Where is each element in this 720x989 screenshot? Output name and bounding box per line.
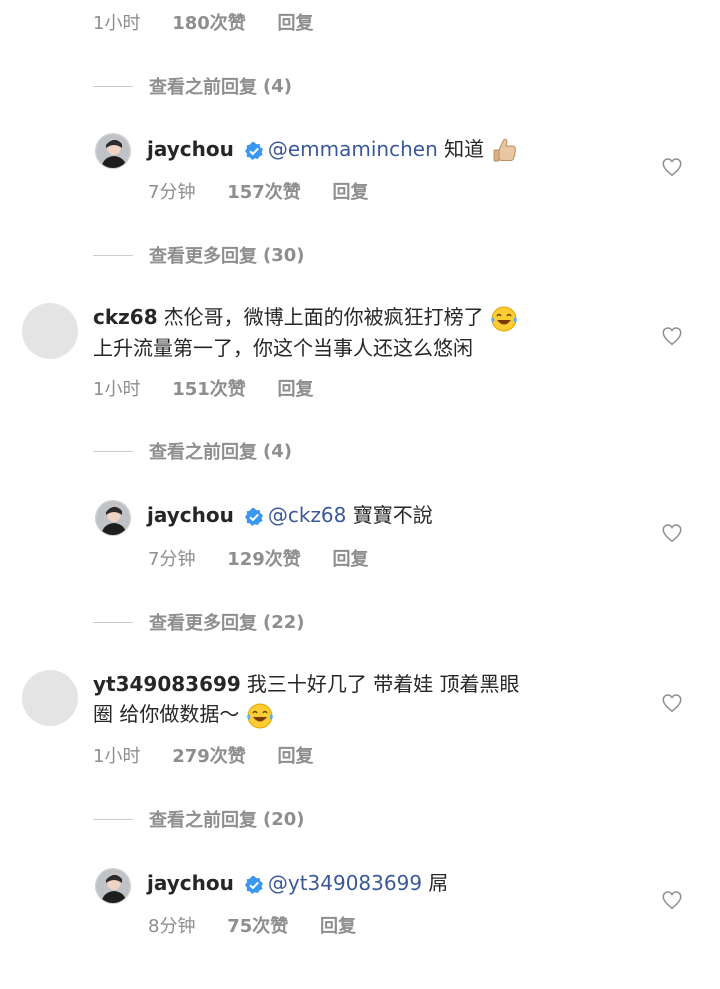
username[interactable]: jaychou xyxy=(147,137,234,161)
reply-button[interactable]: 回复 xyxy=(278,13,314,34)
verified-badge-icon xyxy=(244,875,263,894)
comment: yt349083699 我三十好几了 带着娃 顶着黑眼 圈 给你做数据～ xyxy=(93,669,633,730)
likes-count[interactable]: 75次赞 xyxy=(227,916,288,937)
view-previous-replies[interactable]: 查看之前回复 (20) xyxy=(93,806,305,832)
reply-button[interactable]: 回复 xyxy=(333,182,369,203)
view-more-replies[interactable]: 查看更多回复 (22) xyxy=(93,609,305,635)
avatar[interactable] xyxy=(95,868,131,904)
face-with-tears-of-joy-emoji xyxy=(246,703,273,728)
reply-text: 屌 xyxy=(428,871,449,895)
reply-meta: 8分钟 75次赞 回复 xyxy=(148,912,382,938)
avatar[interactable] xyxy=(95,500,131,536)
view-more-label: 查看更多回复 xyxy=(149,613,257,634)
heart-outline-icon xyxy=(662,524,682,543)
like-button[interactable] xyxy=(661,522,683,548)
divider-line xyxy=(93,621,133,623)
comment-time: 8分钟 xyxy=(148,916,196,937)
comment-text-line2: 上升流量第一了，你这个当事人还这么悠闲 xyxy=(93,335,473,360)
verified-badge-icon xyxy=(244,507,263,526)
view-previous-label: 查看之前回复 xyxy=(149,442,257,463)
view-more-label: 查看更多回复 xyxy=(149,246,257,267)
comment-time: 7分钟 xyxy=(148,182,196,203)
comment: ckz68 杰伦哥，微博上面的你被疯狂打榜了 上升流量第一了，你这个当事人还这么悠… xyxy=(93,302,633,363)
comment-text-line1: 我三十好几了 带着娃 顶着黑眼 xyxy=(246,672,520,696)
view-previous-count: (4) xyxy=(263,440,292,462)
reply-comment: jaychou @yt349083699 屌 xyxy=(147,868,448,898)
reply-text: 知道 xyxy=(444,137,485,161)
top-comment-meta: 1小时 180次赞 回复 xyxy=(93,9,340,35)
username[interactable]: yt349083699 xyxy=(93,672,241,696)
avatar-image xyxy=(96,869,130,903)
username[interactable]: jaychou xyxy=(147,503,234,527)
comment-time: 1小时 xyxy=(93,13,141,34)
reply-text: 寶寶不說 xyxy=(352,503,433,527)
like-button[interactable] xyxy=(661,889,683,915)
likes-count[interactable]: 151次赞 xyxy=(172,379,246,400)
mention-link[interactable]: @yt349083699 xyxy=(268,871,422,895)
view-previous-count: (20) xyxy=(263,808,305,830)
comment-text-line2: 圈 给你做数据～ xyxy=(93,702,240,726)
comment-time: 7分钟 xyxy=(148,549,196,570)
view-previous-label: 查看之前回复 xyxy=(149,77,257,98)
reply-button[interactable]: 回复 xyxy=(320,916,356,937)
avatar-image xyxy=(96,501,130,535)
avatar[interactable] xyxy=(22,670,78,726)
username[interactable]: ckz68 xyxy=(93,305,158,329)
comment-meta: 1小时 151次赞 回复 xyxy=(93,375,340,401)
heart-outline-icon xyxy=(662,891,682,910)
reply-button[interactable]: 回复 xyxy=(333,549,369,570)
avatar[interactable] xyxy=(95,133,131,169)
username[interactable]: jaychou xyxy=(147,871,234,895)
likes-count[interactable]: 279次赞 xyxy=(172,746,246,767)
likes-count[interactable]: 180次赞 xyxy=(172,13,246,34)
comment-meta: 1小时 279次赞 回复 xyxy=(93,742,340,768)
avatar-image xyxy=(96,134,130,168)
divider-line xyxy=(93,85,133,87)
heart-outline-icon xyxy=(662,158,682,177)
divider-line xyxy=(93,818,133,820)
comment-text-line1: 杰伦哥，微博上面的你被疯狂打榜了 xyxy=(163,305,484,329)
reply-button[interactable]: 回复 xyxy=(278,746,314,767)
heart-outline-icon xyxy=(662,327,682,346)
mention-link[interactable]: @ckz68 xyxy=(268,503,347,527)
reply-comment: jaychou @ckz68 寶寶不說 xyxy=(147,500,433,530)
comment-time: 1小时 xyxy=(93,746,141,767)
reply-button[interactable]: 回复 xyxy=(278,379,314,400)
divider-line xyxy=(93,254,133,256)
view-previous-label: 查看之前回复 xyxy=(149,810,257,831)
like-button[interactable] xyxy=(661,325,683,351)
reply-meta: 7分钟 129次赞 回复 xyxy=(148,545,395,571)
view-more-replies[interactable]: 查看更多回复 (30) xyxy=(93,242,305,268)
mention-link[interactable]: @emmaminchen xyxy=(268,137,438,161)
view-previous-replies[interactable]: 查看之前回复 (4) xyxy=(93,438,292,464)
like-button[interactable] xyxy=(661,692,683,718)
divider-line xyxy=(93,450,133,452)
face-with-tears-of-joy-emoji xyxy=(491,306,517,331)
view-previous-count: (4) xyxy=(263,75,292,97)
avatar[interactable] xyxy=(22,303,78,359)
verified-badge-icon xyxy=(244,141,263,160)
like-button[interactable] xyxy=(661,156,683,182)
thumbs-up-emoji xyxy=(493,138,517,161)
likes-count[interactable]: 157次赞 xyxy=(227,182,301,203)
likes-count[interactable]: 129次赞 xyxy=(227,549,301,570)
heart-outline-icon xyxy=(662,694,682,713)
view-previous-replies[interactable]: 查看之前回复 (4) xyxy=(93,73,292,99)
reply-comment: jaychou @emmaminchen 知道 xyxy=(147,134,520,166)
view-more-count: (22) xyxy=(263,611,305,633)
reply-meta: 7分钟 157次赞 回复 xyxy=(148,178,395,204)
comment-time: 1小时 xyxy=(93,379,141,400)
view-more-count: (30) xyxy=(263,244,305,266)
